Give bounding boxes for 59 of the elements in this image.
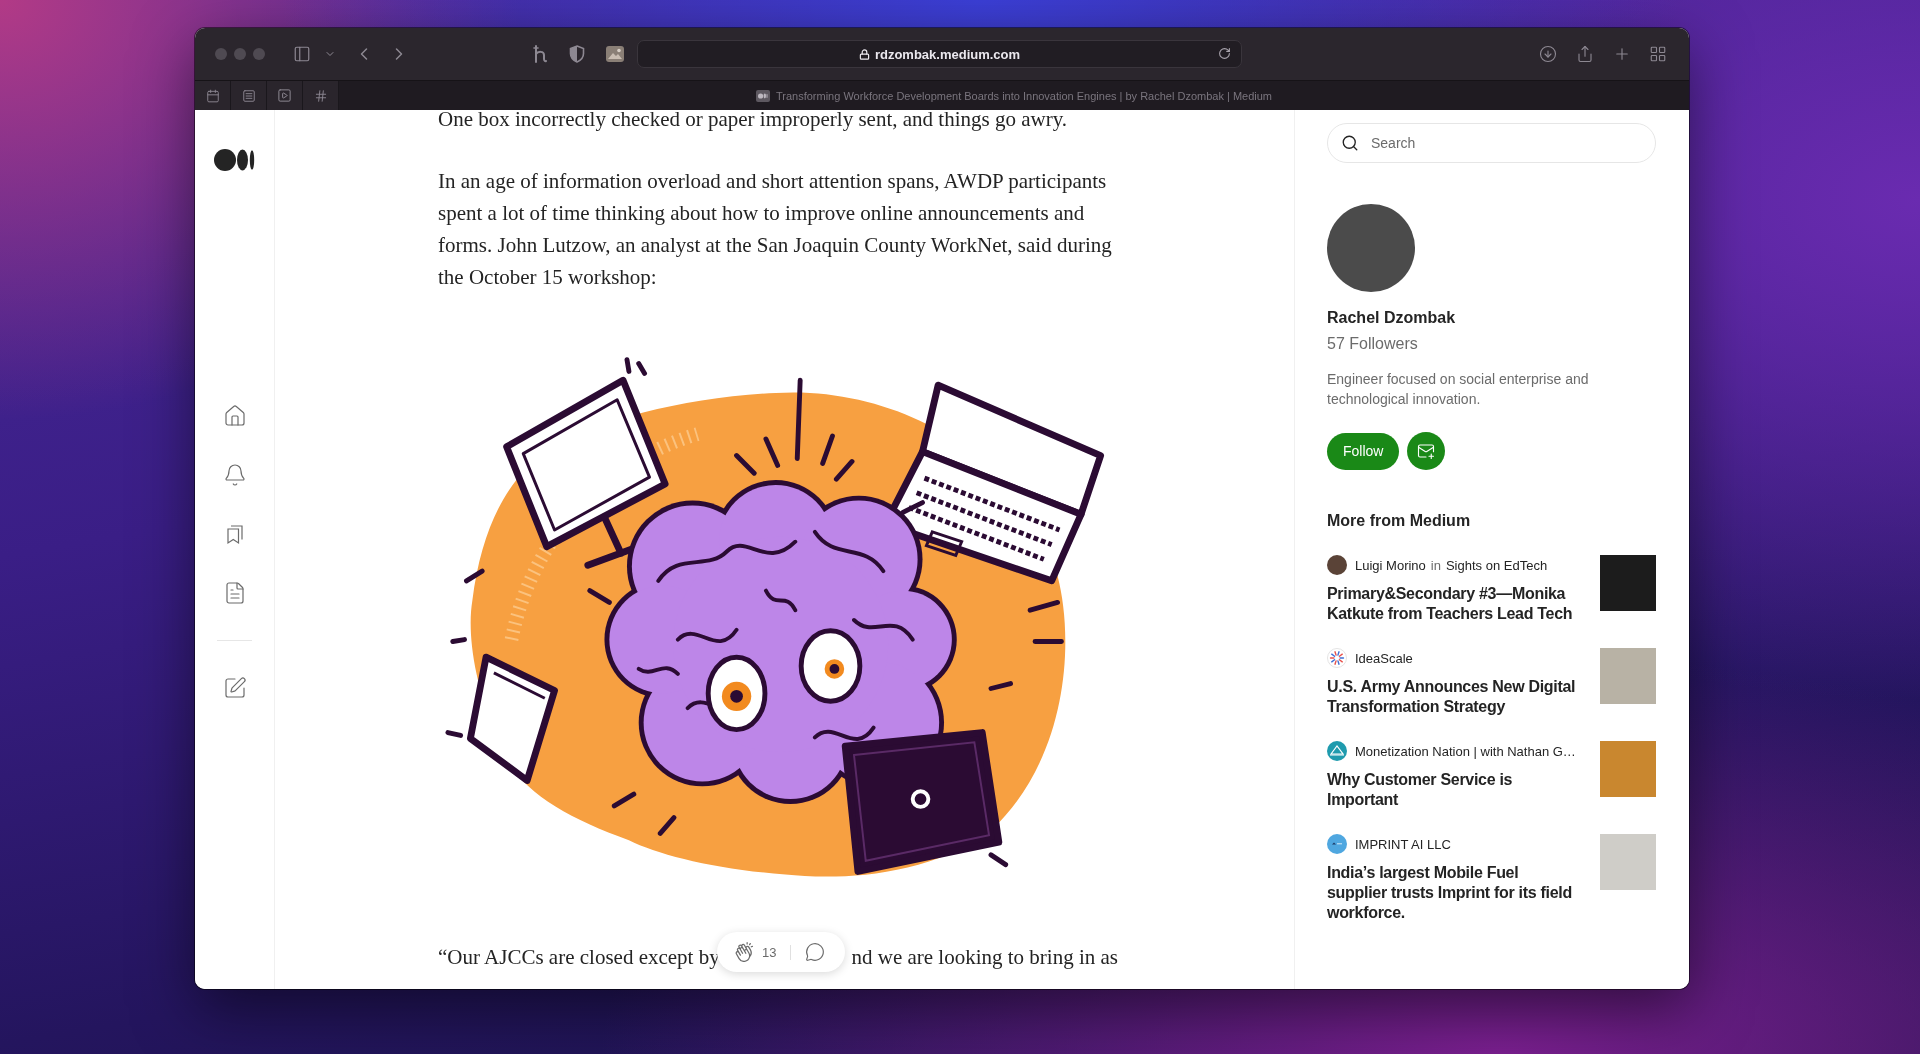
byline-connector: in <box>1430 557 1441 573</box>
article-paragraph: In an age of information overload and short attention spans, AWDP participants spent a lot of time thinking about how to improve online announcements and forms. John Lutzow, an analyst at the San Joaquin County WorkNet, said during the October 15 workshop: <box>438 168 1113 291</box>
photo-placeholder <box>1600 834 1656 890</box>
subscribe-button[interactable] <box>1407 432 1446 470</box>
write-icon[interactable] <box>222 676 247 700</box>
url-text: rdzombak.medium.com <box>874 46 1021 62</box>
sunburst-logo-icon <box>1327 648 1347 668</box>
extension-logo-icon[interactable] <box>533 45 547 63</box>
article-text: nd we are looking to bring in as <box>851 944 1118 971</box>
article-paragraph: One box incorrectly checked or paper improperly sent, and things go awry. <box>438 110 1068 133</box>
author-link[interactable]: Monetization Nation | with Nathan G… <box>1355 743 1576 759</box>
search-field[interactable]: Search <box>1327 123 1656 163</box>
hashtag-icon <box>313 88 328 103</box>
mail-plus-icon <box>1417 442 1436 460</box>
address-bar[interactable]: rdzombak.medium.com <box>637 40 1242 68</box>
search-icon <box>1341 134 1359 152</box>
pinned-tab[interactable] <box>195 81 231 110</box>
picture-icon[interactable] <box>606 46 624 62</box>
author-link[interactable]: Luigi Morino <box>1355 557 1426 573</box>
mountain-logo-icon <box>1327 741 1347 761</box>
sidebar-icon[interactable] <box>293 45 311 63</box>
share-icon[interactable] <box>1576 45 1594 63</box>
site-logo-icon[interactable] <box>214 149 255 171</box>
lock-icon <box>858 48 870 60</box>
round-logo-icon <box>1327 834 1347 854</box>
home-icon[interactable] <box>222 404 247 428</box>
author-name[interactable]: Rachel Dzombak <box>1327 308 1656 328</box>
publication-link[interactable]: Sights on EdTech <box>1445 557 1548 573</box>
photo-placeholder <box>1600 555 1656 611</box>
pinned-tab[interactable] <box>231 81 267 110</box>
follow-button[interactable]: Follow <box>1327 432 1400 470</box>
reload-icon[interactable] <box>1218 47 1231 60</box>
followers-count[interactable]: 57 Followers <box>1327 334 1656 354</box>
author-link[interactable]: IMPRINT AI LLC <box>1355 836 1451 852</box>
favicon-icon <box>755 89 770 102</box>
author-bio: Engineer focused on social enterprise and technological innovation. <box>1327 370 1590 409</box>
story-title[interactable]: Why Customer Service is Important <box>1327 770 1582 810</box>
story-title[interactable]: U.S. Army Announces New Digital Transformation Strategy <box>1327 677 1582 717</box>
bell-icon[interactable] <box>222 463 247 487</box>
article-text: “Our AJCCs are closed except by <box>438 944 720 971</box>
photo-placeholder <box>1600 648 1656 704</box>
pinned-tab[interactable] <box>267 81 303 110</box>
shield-icon[interactable] <box>569 45 585 63</box>
download-icon[interactable] <box>1539 45 1557 63</box>
comment-icon[interactable] <box>805 942 826 962</box>
clap-button[interactable]: 13 <box>734 942 777 962</box>
author-link[interactable]: IdeaScale <box>1355 650 1413 666</box>
pinned-tab[interactable] <box>303 81 339 110</box>
story-title[interactable]: India’s largest Mobile Fuel supplier trusts Imprint for its field workforce. <box>1327 863 1582 923</box>
tab-overview-icon[interactable] <box>1649 45 1667 63</box>
photo-placeholder <box>1600 741 1656 797</box>
clap-icon <box>734 942 754 962</box>
story-title[interactable]: Primary&Secondary #3—Monika Katkute from Teachers Lead Tech <box>1327 584 1582 624</box>
avatar-placeholder <box>1327 555 1347 575</box>
section-heading: More from Medium <box>1327 511 1472 531</box>
video-icon <box>277 88 292 103</box>
new-tab-icon[interactable] <box>1613 45 1631 63</box>
calendar-icon <box>205 88 220 103</box>
list-icon <box>241 88 256 103</box>
